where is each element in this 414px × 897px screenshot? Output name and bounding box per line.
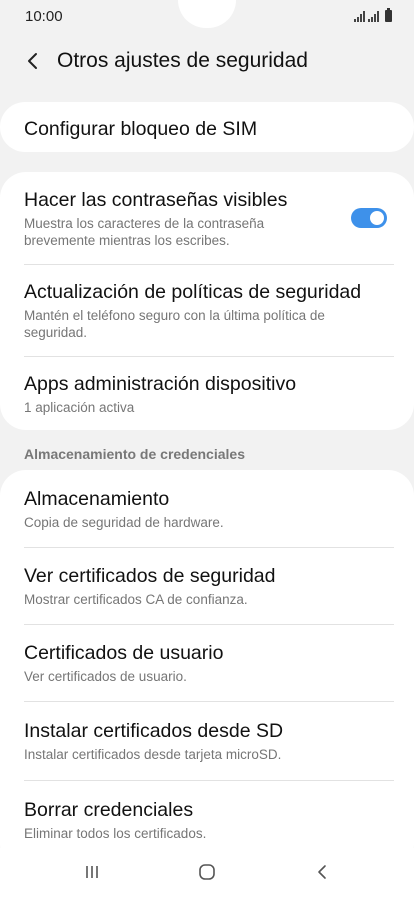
item-subtitle: 1 aplicación activa <box>24 400 135 415</box>
item-title: Almacenamiento <box>24 488 170 510</box>
nav-back-button[interactable] <box>302 858 342 886</box>
credentials-card: Almacenamiento Copia de seguridad de har… <box>0 470 414 870</box>
recents-icon <box>86 866 98 878</box>
divider <box>24 547 394 548</box>
sim-lock-item[interactable]: Configurar bloqueo de SIM <box>0 102 414 141</box>
camera-notch <box>178 0 236 28</box>
item-subtitle: Ver certificados de usuario. <box>24 669 187 684</box>
page-title: Otros ajustes de seguridad <box>57 49 308 72</box>
storage-item[interactable]: Almacenamiento Copia de seguridad de har… <box>0 487 414 531</box>
item-subtitle: Muestra los caracteres de la contraseña … <box>24 216 265 248</box>
item-title: Certificados de usuario <box>24 642 224 664</box>
item-title: Instalar certificados desde SD <box>24 720 284 742</box>
back-arrow-icon <box>28 53 37 69</box>
item-title: Configurar bloqueo de SIM <box>24 118 258 140</box>
home-icon <box>199 864 215 880</box>
divider <box>24 701 394 702</box>
sim-lock-card: Configurar bloqueo de SIM <box>0 102 414 152</box>
item-subtitle: Copia de seguridad de hardware. <box>24 515 224 530</box>
visible-passwords-toggle[interactable] <box>351 208 387 228</box>
recents-button[interactable] <box>72 858 112 886</box>
item-title: Ver certificados de seguridad <box>24 565 276 587</box>
signal-icon <box>354 10 365 22</box>
item-title: Borrar credenciales <box>24 799 194 821</box>
clear-credentials-item[interactable]: Borrar credenciales Eliminar todos los c… <box>0 798 414 842</box>
item-subtitle: Instalar certificados desde tarjeta micr… <box>24 747 282 762</box>
divider <box>24 356 394 357</box>
item-subtitle: Mantén el teléfono seguro con la última … <box>24 308 325 340</box>
view-certificates-item[interactable]: Ver certificados de seguridad Mostrar ce… <box>0 564 414 608</box>
app-bar: Otros ajustes de seguridad <box>0 40 414 84</box>
divider <box>24 780 394 781</box>
status-icons <box>354 8 392 22</box>
status-time: 10:00 <box>25 8 63 25</box>
security-card: Hacer las contraseñas visibles Muestra l… <box>0 172 414 430</box>
item-title: Apps administración dispositivo <box>24 373 297 395</box>
security-policy-item[interactable]: Actualización de políticas de seguridad … <box>0 280 414 341</box>
divider <box>24 264 394 265</box>
user-certificates-item[interactable]: Certificados de usuario Ver certificados… <box>0 641 414 685</box>
credentials-section-header: Almacenamiento de credenciales <box>24 446 245 462</box>
signal-icon-2 <box>368 10 379 22</box>
item-subtitle: Eliminar todos los certificados. <box>24 826 207 841</box>
item-subtitle: Mostrar certificados CA de confianza. <box>24 592 248 607</box>
toggle-knob <box>368 209 386 227</box>
item-title: Actualización de políticas de seguridad <box>24 281 362 303</box>
install-from-sd-item[interactable]: Instalar certificados desde SD Instalar … <box>0 719 414 763</box>
divider <box>24 624 394 625</box>
battery-icon <box>385 8 392 22</box>
device-admin-item[interactable]: Apps administración dispositivo 1 aplica… <box>0 372 414 416</box>
home-button[interactable] <box>187 858 227 886</box>
item-title: Hacer las contraseñas visibles <box>24 189 288 211</box>
navigation-bar <box>0 848 414 897</box>
status-bar: 10:00 <box>0 0 414 34</box>
nav-back-icon <box>318 865 326 879</box>
back-button[interactable] <box>18 46 48 76</box>
